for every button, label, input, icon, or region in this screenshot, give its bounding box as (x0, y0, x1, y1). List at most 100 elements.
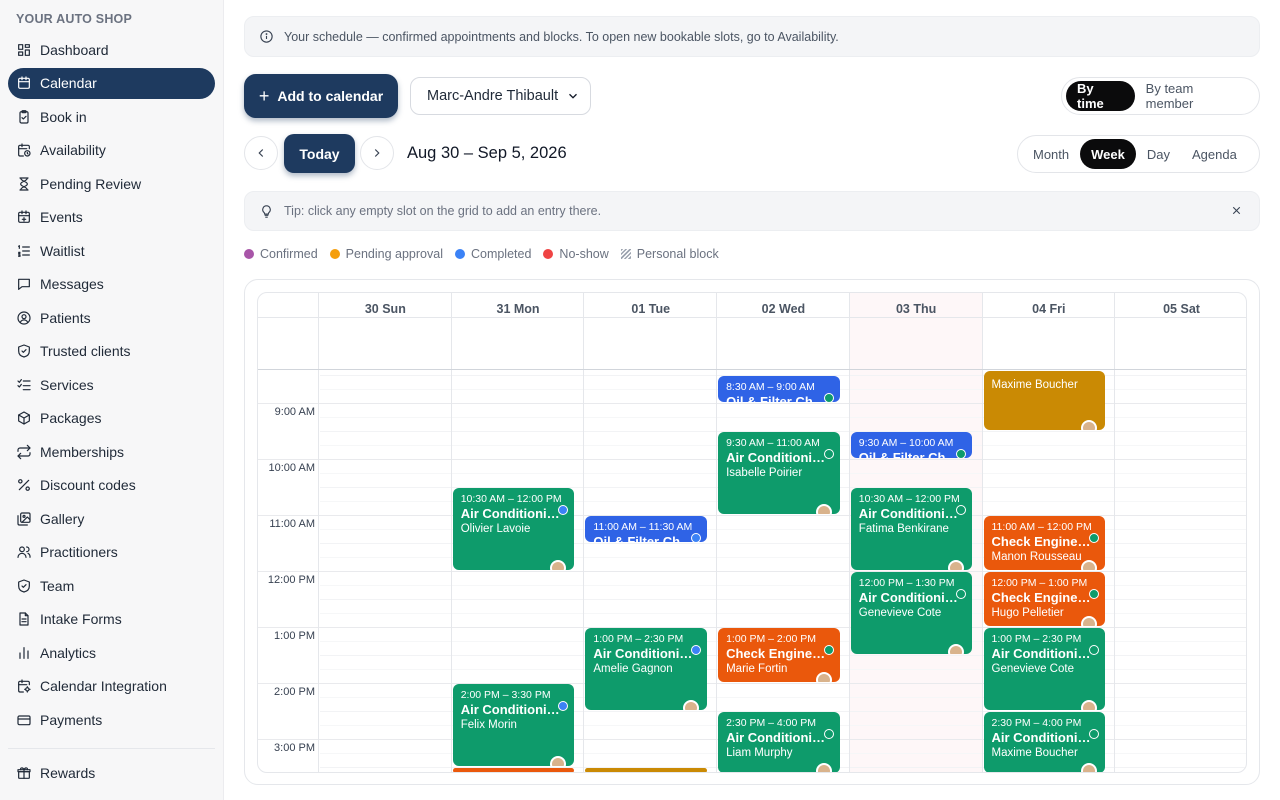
next-week-button[interactable] (360, 136, 394, 170)
day-header[interactable]: 30 Sun (319, 293, 452, 317)
appointment-block[interactable]: 2:30 PM – 4:00 PMAir Conditioning Servic… (983, 712, 1106, 772)
sidebar-item-services[interactable]: Services (8, 369, 215, 400)
appointment-time: 12:00 PM – 1:00 PM (991, 577, 1088, 589)
close-icon[interactable] (1230, 204, 1243, 217)
plus-icon: + (258, 85, 270, 106)
sidebar-item-discount-codes[interactable]: Discount codes (8, 470, 215, 501)
day-header[interactable]: 03 Thu (850, 293, 983, 317)
main-content: Your schedule — confirmed appointments a… (224, 0, 1280, 800)
appointment-block[interactable]: 2:00 PM – 3:30 PMAir Conditioning Servic… (452, 684, 575, 766)
appointment-block[interactable]: Maxime Boucher (983, 371, 1106, 430)
shield-icon (16, 578, 32, 594)
appointment-block[interactable]: 1:00 PM – 2:30 PMAir Conditioning Servic… (585, 628, 708, 710)
day-header[interactable]: 01 Tue (584, 293, 717, 317)
sidebar-item-label: Gallery (40, 510, 85, 527)
sidebar-item-packages[interactable]: Packages (8, 403, 215, 434)
appointment-block[interactable]: 3:30 PM – 5:00 PMPre-Purchase Inspection (585, 768, 708, 772)
sidebar-item-calendar-integration[interactable]: Calendar Integration (8, 671, 215, 702)
appointment-block[interactable]: 10:30 AM – 12:00 PMAir Conditioning Serv… (452, 488, 575, 570)
avatar (1081, 763, 1098, 772)
appointment-service: Air Conditioning Service (991, 646, 1098, 661)
group-by-by-team-member[interactable]: By team member (1135, 81, 1255, 111)
appointment-block[interactable]: 1:00 PM – 2:30 PMAir Conditioning Servic… (983, 628, 1106, 710)
sidebar-item-messages[interactable]: Messages (8, 269, 215, 300)
grid-line (320, 417, 1246, 418)
appointment-block[interactable]: 12:00 PM – 1:00 PMCheck Engine Diagnosti… (983, 572, 1106, 626)
sidebar-item-memberships[interactable]: Memberships (8, 436, 215, 467)
sidebar-item-pending-review[interactable]: Pending Review (8, 168, 215, 199)
sidebar-item-gallery[interactable]: Gallery (8, 503, 215, 534)
avatar (1081, 420, 1098, 430)
today-button[interactable]: Today (284, 134, 355, 173)
sidebar-item-availability[interactable]: Availability (8, 135, 215, 166)
time-label: 11:00 AM (269, 518, 315, 530)
sidebar-item-label: Services (40, 376, 94, 393)
day-header[interactable]: 02 Wed (717, 293, 850, 317)
sidebar-item-patients[interactable]: Patients (8, 302, 215, 333)
appointment-block[interactable]: 10:30 AM – 12:00 PMAir Conditioning Serv… (850, 488, 973, 570)
sidebar-item-label: Messages (40, 276, 104, 292)
team-member-select[interactable]: Marc-Andre Thibault (410, 77, 591, 115)
appointment-time: 10:30 AM – 12:00 PM (858, 493, 960, 505)
sidebar-item-label: Memberships (40, 443, 125, 460)
view-agenda[interactable]: Agenda (1181, 139, 1248, 169)
sidebar-item-intake-forms[interactable]: Intake Forms (8, 604, 215, 635)
appointment-time: 12:00 PM – 1:30 PM (858, 577, 955, 589)
day-header[interactable]: 04 Fri (983, 293, 1116, 317)
sidebar-item-label: Calendar (40, 75, 97, 91)
appointment-block[interactable]: 9:30 AM – 10:00 AM Oil & Filter Change (850, 432, 973, 458)
sidebar-item-label: Rewards (40, 764, 96, 781)
appointment-block[interactable]: 3:30 PM – 4:30 PMCheck Engine Diagnostic (452, 768, 575, 772)
appointment-time: 8:30 AM – 9:00 AM (726, 381, 815, 393)
appointment-block[interactable]: 2:30 PM – 4:00 PMAir Conditioning Servic… (718, 712, 840, 772)
view-week[interactable]: Week (1080, 139, 1136, 169)
prev-week-button[interactable] (244, 136, 278, 170)
sidebar-item-events[interactable]: Events (8, 202, 215, 233)
sidebar-item-dashboard[interactable]: Dashboard (8, 34, 215, 65)
add-to-calendar-label: Add to calendar (277, 88, 384, 104)
sidebar-item-analytics[interactable]: Analytics (8, 637, 215, 668)
view-day[interactable]: Day (1136, 139, 1181, 169)
sidebar-item-calendar[interactable]: Calendar (8, 67, 215, 99)
group-by-by-time[interactable]: By time (1066, 81, 1135, 111)
appointment-person: Liam Murphy (726, 747, 793, 759)
sidebar-item-label: Discount codes (40, 477, 136, 493)
column-separator (716, 293, 718, 772)
calendar-plus-icon (16, 209, 32, 225)
day-header[interactable]: 05 Sat (1115, 293, 1246, 317)
sidebar-item-book-in[interactable]: Book in (8, 101, 215, 132)
sidebar-item-payments[interactable]: Payments (8, 704, 215, 735)
grid-line (320, 599, 1246, 600)
sidebar-item-trusted-clients[interactable]: Trusted clients (8, 336, 215, 367)
sidebar-item-label: Events (40, 209, 83, 225)
appointment-block[interactable]: 8:30 AM – 9:00 AM Oil & Filter Change (718, 376, 840, 402)
appointment-block[interactable]: 11:00 AM – 11:30 AM Oil & Filter Change (585, 516, 708, 542)
status-dot (823, 729, 834, 739)
sidebar-item-waitlist[interactable]: Waitlist (8, 235, 215, 266)
appointment-block[interactable]: 1:00 PM – 2:00 PMCheck Engine Diagnostic… (718, 628, 840, 682)
sidebar-item-team[interactable]: Team (8, 570, 215, 601)
status-dot (558, 505, 569, 515)
avatar (683, 700, 700, 710)
appointment-time: 1:00 PM – 2:00 PM (726, 633, 816, 645)
sidebar-item-label: Payments (40, 711, 103, 728)
column-separator (318, 293, 319, 772)
users-icon (16, 544, 32, 560)
time-label: 3:00 PM (274, 742, 315, 754)
legend-item: No-show (543, 247, 609, 261)
appointment-block[interactable]: 11:00 AM – 12:00 PMCheck Engine Diagnost… (983, 516, 1106, 570)
sidebar-item-practitioners[interactable]: Practitioners (8, 537, 215, 568)
appointment-block[interactable]: 9:30 AM – 11:00 AMAir Conditioning Servi… (718, 432, 840, 514)
column-separator (848, 293, 850, 772)
lightbulb-icon (259, 204, 274, 219)
sidebar-item-label: Intake Forms (40, 611, 122, 627)
view-month[interactable]: Month (1022, 139, 1080, 169)
appointment-block[interactable]: 12:00 PM – 1:30 PMAir Conditioning Servi… (850, 572, 973, 654)
appointment-time: 2:30 PM – 4:00 PM (991, 717, 1082, 729)
add-to-calendar-button[interactable]: + Add to calendar (244, 74, 398, 118)
info-icon (259, 29, 274, 44)
sidebar-nav-bottom: Rewards (8, 757, 215, 791)
sidebar-item-rewards[interactable]: Rewards (8, 757, 215, 788)
sidebar-item-label: Availability (40, 142, 106, 158)
day-header[interactable]: 31 Mon (452, 293, 585, 317)
